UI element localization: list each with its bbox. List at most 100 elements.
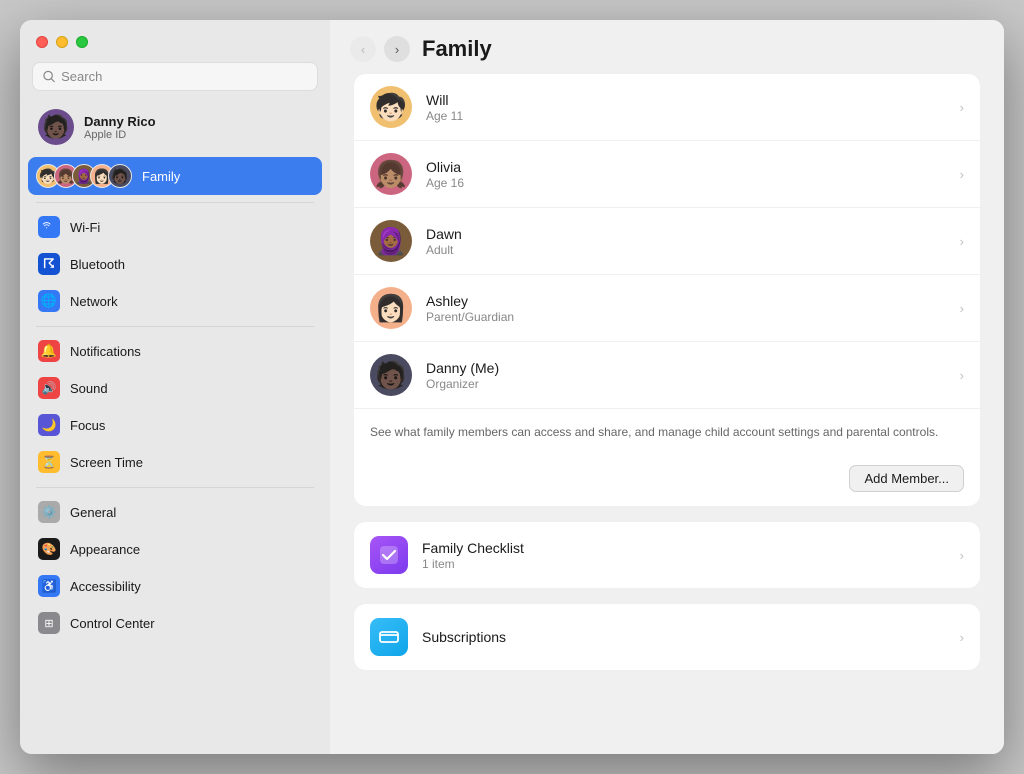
add-member-button[interactable]: Add Member...	[849, 465, 964, 492]
member-avatar-olivia: 👧🏽	[370, 153, 412, 195]
sidebar-item-screentime[interactable]: ⏳ Screen Time	[28, 444, 322, 480]
subscriptions-card: Subscriptions ›	[354, 604, 980, 670]
avatar: 🧑🏿	[38, 109, 74, 145]
sidebar-network-label: Network	[70, 294, 118, 309]
sidebar-user-section: 🧑🏿 Danny Rico Apple ID 🧒🏻 👧🏽 🧕🏾 👩🏻 🧑🏿 Fa…	[20, 101, 330, 196]
checklist-name: Family Checklist	[422, 540, 946, 556]
family-avatar-5: 🧑🏿	[108, 164, 132, 188]
forward-chevron-icon: ›	[395, 42, 399, 57]
page-title: Family	[422, 36, 492, 62]
forward-button[interactable]: ›	[384, 36, 410, 62]
appearance-icon: 🎨	[38, 538, 60, 560]
user-name: Danny Rico	[84, 114, 156, 129]
subscriptions-name: Subscriptions	[422, 629, 946, 645]
sidebar-screentime-label: Screen Time	[70, 455, 143, 470]
sidebar-item-accessibility[interactable]: ♿ Accessibility	[28, 568, 322, 604]
family-checklist-card: Family Checklist 1 item ›	[354, 522, 980, 588]
member-row-ashley[interactable]: 👩🏻 Ashley Parent/Guardian ›	[354, 275, 980, 342]
system-settings-window: 🧑🏿 Danny Rico Apple ID 🧒🏻 👧🏽 🧕🏾 👩🏻 🧑🏿 Fa…	[20, 20, 1004, 754]
sidebar-focus-label: Focus	[70, 418, 105, 433]
sidebar-wifi-label: Wi-Fi	[70, 220, 100, 235]
subscriptions-row[interactable]: Subscriptions ›	[354, 604, 980, 670]
sidebar: 🧑🏿 Danny Rico Apple ID 🧒🏻 👧🏽 🧕🏾 👩🏻 🧑🏿 Fa…	[20, 20, 330, 754]
chevron-right-icon: ›	[960, 100, 964, 115]
sidebar-general-label: General	[70, 505, 116, 520]
family-checklist-row[interactable]: Family Checklist 1 item ›	[354, 522, 980, 588]
member-role-dawn: Adult	[426, 243, 946, 257]
checklist-sub: 1 item	[422, 557, 946, 571]
controlcenter-icon: ⊞	[38, 612, 60, 634]
search-icon	[43, 70, 55, 83]
sidebar-item-sound[interactable]: 🔊 Sound	[28, 370, 322, 406]
sidebar-bluetooth-label: Bluetooth	[70, 257, 125, 272]
focus-icon: 🌙	[38, 414, 60, 436]
sidebar-controlcenter-label: Control Center	[70, 616, 155, 631]
accessibility-icon: ♿	[38, 575, 60, 597]
sidebar-divider-3	[36, 487, 314, 488]
member-name-danny: Danny (Me)	[426, 360, 946, 376]
main-panel: ‹ › Family 🧒🏻 Will Age 11 › 👧🏽	[330, 20, 1004, 754]
sidebar-item-network[interactable]: 🌐 Network	[28, 283, 322, 319]
network-icon: 🌐	[38, 290, 60, 312]
sound-icon: 🔊	[38, 377, 60, 399]
search-input[interactable]	[61, 69, 307, 84]
member-avatar-ashley: 👩🏻	[370, 287, 412, 329]
search-bar[interactable]	[32, 62, 318, 91]
member-name-dawn: Dawn	[426, 226, 946, 242]
member-row-dawn[interactable]: 🧕🏾 Dawn Adult ›	[354, 208, 980, 275]
member-row-olivia[interactable]: 👧🏽 Olivia Age 16 ›	[354, 141, 980, 208]
sidebar-divider-1	[36, 202, 314, 203]
sidebar-item-user[interactable]: 🧑🏿 Danny Rico Apple ID	[28, 101, 322, 153]
family-description: See what family members can access and s…	[354, 409, 980, 455]
chevron-right-icon-2: ›	[960, 167, 964, 182]
back-button[interactable]: ‹	[350, 36, 376, 62]
member-role-ashley: Parent/Guardian	[426, 310, 946, 324]
sidebar-item-family-label: Family	[142, 169, 180, 184]
member-avatar-danny: 🧑🏿	[370, 354, 412, 396]
sidebar-item-notifications[interactable]: 🔔 Notifications	[28, 333, 322, 369]
sidebar-item-controlcenter[interactable]: ⊞ Control Center	[28, 605, 322, 641]
sidebar-connectivity-section: Wi-Fi ☈ Bluetooth 🌐 Network	[20, 209, 330, 320]
member-avatar-will: 🧒🏻	[370, 86, 412, 128]
chevron-right-icon-3: ›	[960, 234, 964, 249]
sidebar-divider-2	[36, 326, 314, 327]
member-role-olivia: Age 16	[426, 176, 946, 190]
member-name-ashley: Ashley	[426, 293, 946, 309]
sidebar-notifications-section: 🔔 Notifications 🔊 Sound 🌙 Focus ⏳	[20, 333, 330, 481]
sidebar-item-bluetooth[interactable]: ☈ Bluetooth	[28, 246, 322, 282]
subscriptions-chevron-icon: ›	[960, 630, 964, 645]
user-subtitle: Apple ID	[84, 129, 156, 141]
checklist-icon	[370, 536, 408, 574]
member-role-will: Age 11	[426, 109, 946, 123]
sidebar-sound-label: Sound	[70, 381, 108, 396]
back-chevron-icon: ‹	[361, 42, 365, 57]
bluetooth-icon: ☈	[38, 253, 60, 275]
main-content: 🧒🏻 Will Age 11 › 👧🏽 Olivia Age 16 ›	[330, 74, 1004, 754]
member-name-olivia: Olivia	[426, 159, 946, 175]
sidebar-appearance-label: Appearance	[70, 542, 140, 557]
sidebar-item-wifi[interactable]: Wi-Fi	[28, 209, 322, 245]
sidebar-system-section: ⚙️ General 🎨 Appearance ♿ Accessibility …	[20, 494, 330, 642]
family-avatars: 🧒🏻 👧🏽 🧕🏾 👩🏻 🧑🏿	[36, 164, 132, 188]
member-name-will: Will	[426, 92, 946, 108]
notifications-icon: 🔔	[38, 340, 60, 362]
member-row-will[interactable]: 🧒🏻 Will Age 11 ›	[354, 74, 980, 141]
minimize-button[interactable]	[56, 36, 68, 48]
sidebar-item-general[interactable]: ⚙️ General	[28, 494, 322, 530]
wifi-icon	[38, 216, 60, 238]
sidebar-notifications-label: Notifications	[70, 344, 141, 359]
general-icon: ⚙️	[38, 501, 60, 523]
sidebar-item-family[interactable]: 🧒🏻 👧🏽 🧕🏾 👩🏻 🧑🏿 Family	[28, 157, 322, 195]
screentime-icon: ⏳	[38, 451, 60, 473]
close-button[interactable]	[36, 36, 48, 48]
chevron-right-icon-5: ›	[960, 368, 964, 383]
sidebar-item-focus[interactable]: 🌙 Focus	[28, 407, 322, 443]
checklist-chevron-icon: ›	[960, 548, 964, 563]
family-members-card: 🧒🏻 Will Age 11 › 👧🏽 Olivia Age 16 ›	[354, 74, 980, 506]
member-avatar-dawn: 🧕🏾	[370, 220, 412, 262]
member-row-danny[interactable]: 🧑🏿 Danny (Me) Organizer ›	[354, 342, 980, 409]
maximize-button[interactable]	[76, 36, 88, 48]
member-role-danny: Organizer	[426, 377, 946, 391]
chevron-right-icon-4: ›	[960, 301, 964, 316]
sidebar-item-appearance[interactable]: 🎨 Appearance	[28, 531, 322, 567]
